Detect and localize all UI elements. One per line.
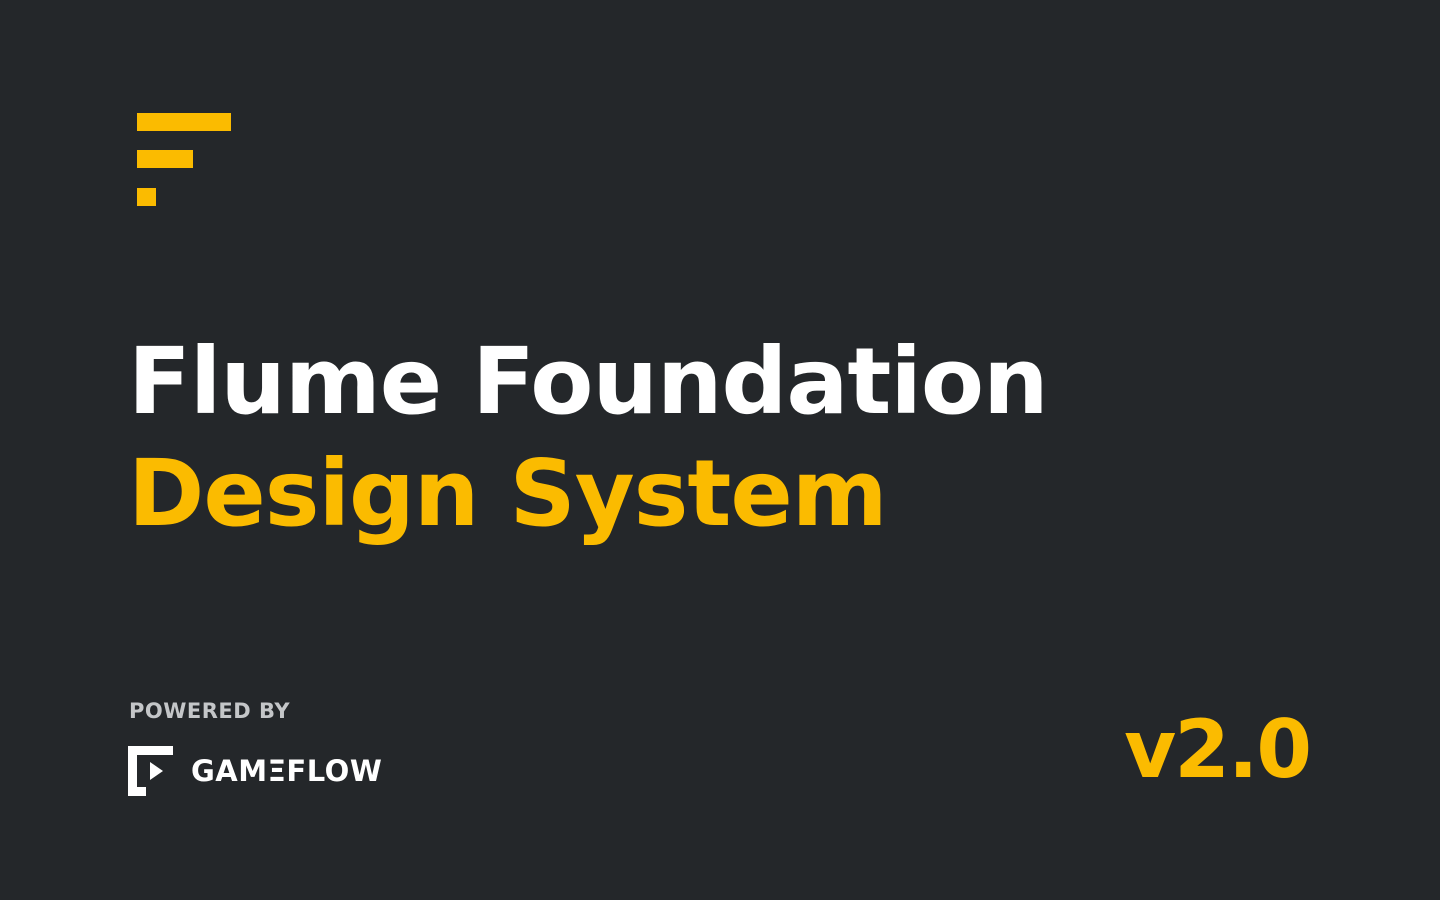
logo-bar-bottom [137, 188, 156, 206]
gameflow-play-icon [128, 746, 173, 796]
flume-f-icon [137, 113, 231, 207]
gameflow-logo: GAMΞFLOW [128, 746, 382, 796]
title-line-2: Design System [128, 440, 888, 547]
logo-bar-top [137, 113, 231, 131]
logo-bar-middle [137, 150, 193, 168]
version-badge: v2.0 [1124, 703, 1312, 796]
powered-by-label: POWERED BY [129, 699, 291, 723]
title-line-1: Flume Foundation [128, 328, 1049, 435]
partner-name: GAMΞFLOW [191, 754, 383, 788]
page-title: Flume Foundation Design System [128, 326, 1049, 550]
